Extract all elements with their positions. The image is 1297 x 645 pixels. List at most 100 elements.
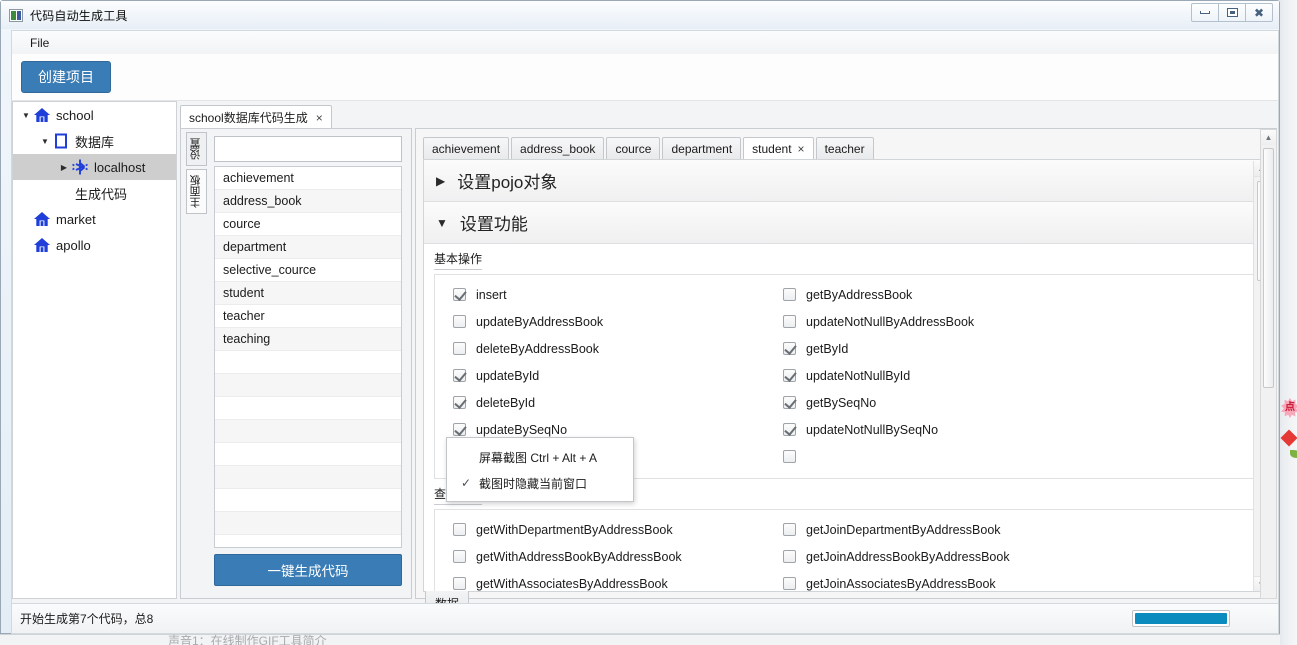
checkbox-unchecked[interactable] bbox=[453, 550, 466, 563]
chevron-right-icon[interactable]: ▶ bbox=[57, 163, 71, 172]
table-tab-teacher[interactable]: teacher bbox=[815, 137, 874, 160]
maximize-button[interactable] bbox=[1218, 3, 1246, 22]
checkbox-label: updateNotNullByAddressBook bbox=[806, 314, 975, 329]
tree-node-生成代码[interactable]: 生成代码 bbox=[13, 180, 176, 206]
house-icon bbox=[33, 210, 51, 228]
chevron-down-icon[interactable]: ▼ bbox=[19, 111, 33, 120]
checkbox-checked[interactable] bbox=[783, 342, 796, 355]
checkbox-row[interactable]: getBySeqNo bbox=[765, 389, 1257, 416]
table-list-item[interactable]: teaching bbox=[215, 328, 401, 351]
table-tab-cource[interactable]: cource bbox=[606, 137, 661, 160]
checkbox-row[interactable]: updateNotNullByAddressBook bbox=[765, 308, 1257, 335]
checkbox-unchecked[interactable] bbox=[783, 523, 796, 536]
function-groups: 基本操作 insert getByAddressBook updateByAddres… bbox=[424, 244, 1270, 591]
checkbox-unchecked[interactable] bbox=[783, 450, 796, 463]
checkbox-checked[interactable] bbox=[453, 288, 466, 301]
checkbox-unchecked[interactable] bbox=[783, 315, 796, 328]
checkbox-row[interactable]: getJoinDepartmentByAddressBook bbox=[765, 516, 1257, 543]
vertical-tab-settings[interactable]: 设置 bbox=[186, 132, 207, 166]
checkbox-row[interactable]: getWithAddressBookByAddressBook bbox=[435, 543, 765, 570]
table-tab-department[interactable]: department bbox=[662, 137, 742, 160]
table-tab-label: department bbox=[671, 141, 733, 156]
checkbox-checked[interactable] bbox=[783, 396, 796, 409]
checkbox-row[interactable]: getJoinAssociatesByAddressBook bbox=[765, 570, 1257, 591]
table-filter-field[interactable] bbox=[214, 136, 402, 162]
checkbox-unchecked[interactable] bbox=[783, 577, 796, 590]
table-list-item[interactable]: cource bbox=[215, 213, 401, 236]
workspace-scroll-up-icon[interactable]: ▲ bbox=[1261, 130, 1276, 145]
checkbox-row[interactable]: deleteById bbox=[435, 389, 765, 416]
table-list-item[interactable]: student bbox=[215, 282, 401, 305]
checkbox-label: updateNotNullBySeqNo bbox=[806, 422, 939, 437]
context-menu-item-hide-window[interactable]: ✓ 截图时隐藏当前窗口 bbox=[447, 470, 633, 496]
table-list-item[interactable]: selective_cource bbox=[215, 259, 401, 282]
workspace-scrollbar[interactable]: ▲ bbox=[1260, 129, 1277, 599]
checkbox-unchecked[interactable] bbox=[453, 523, 466, 536]
table-tab-address_book[interactable]: address_book bbox=[511, 137, 605, 160]
tree-node-school[interactable]: ▼ school bbox=[13, 102, 176, 128]
table-list-item[interactable]: address_book bbox=[215, 190, 401, 213]
accordion-header-functions[interactable]: ▼ 设置功能 bbox=[424, 202, 1270, 244]
vertical-tab-main-panel[interactable]: 主面板 bbox=[186, 169, 207, 214]
context-menu-item-hide-window-label: 截图时隐藏当前窗口 bbox=[479, 476, 588, 491]
table-tab-student[interactable]: student × bbox=[743, 137, 814, 160]
checkbox-unchecked[interactable] bbox=[453, 577, 466, 590]
table-list-item[interactable]: achievement bbox=[215, 167, 401, 190]
checkbox-checked[interactable] bbox=[453, 369, 466, 382]
checkbox-row[interactable]: updateById bbox=[435, 362, 765, 389]
house-icon bbox=[33, 236, 51, 254]
accordion-title-pojo: 设置pojo对象 bbox=[457, 173, 558, 192]
checkbox-row[interactable]: getById bbox=[765, 335, 1257, 362]
tree-icon-spacer bbox=[52, 184, 70, 202]
checkbox-row[interactable]: updateNotNullById bbox=[765, 362, 1257, 389]
checkbox-unchecked[interactable] bbox=[783, 550, 796, 563]
checkbox-row[interactable]: getByAddressBook bbox=[765, 281, 1257, 308]
checkbox-row[interactable] bbox=[765, 443, 1257, 470]
checkbox-row[interactable]: deleteByAddressBook bbox=[435, 335, 765, 362]
context-menu-item-screenshot[interactable]: 屏幕截图 Ctrl + Alt + A bbox=[447, 444, 633, 470]
checkbox-row[interactable]: updateNotNullBySeqNo bbox=[765, 416, 1257, 443]
chevron-down-icon[interactable]: ▼ bbox=[38, 137, 52, 146]
accordion-header-pojo[interactable]: ▶ 设置pojo对象 bbox=[424, 160, 1270, 202]
checkbox-label: updateNotNullById bbox=[806, 368, 911, 383]
table-filter-input[interactable] bbox=[215, 137, 401, 161]
function-group-label: 基本操作 bbox=[434, 250, 483, 270]
table-list[interactable]: achievement address_book cource department s… bbox=[214, 166, 402, 548]
checkbox-unchecked[interactable] bbox=[783, 288, 796, 301]
table-tab-achievement[interactable]: achievement bbox=[423, 137, 510, 160]
context-menu-item-screenshot-label: 屏幕截图 Ctrl + Alt + A bbox=[479, 450, 598, 465]
create-project-button[interactable]: 创建项目 bbox=[21, 61, 111, 93]
checkbox-unchecked[interactable] bbox=[453, 315, 466, 328]
table-list-item[interactable]: teacher bbox=[215, 305, 401, 328]
checkbox-row[interactable]: getWithDepartmentByAddressBook bbox=[435, 516, 765, 543]
document-tab-school[interactable]: school数据库代码生成 × bbox=[180, 105, 332, 129]
table-list-item[interactable]: department bbox=[215, 236, 401, 259]
app-window: 点 声音1：在线制作GIF工具简介 代码自动生成工具 ✖ File 创建项目 ▼… bbox=[0, 0, 1297, 645]
tree-node-apollo[interactable]: apollo bbox=[13, 232, 176, 258]
tree-node-数据库[interactable]: ▼ 数据库 bbox=[13, 128, 176, 154]
document-tab-close-icon[interactable]: × bbox=[316, 111, 323, 125]
checkbox-checked[interactable] bbox=[453, 423, 466, 436]
checkbox-checked[interactable] bbox=[783, 423, 796, 436]
checkbox-row[interactable]: updateByAddressBook bbox=[435, 308, 765, 335]
table-tab-close-icon[interactable]: × bbox=[798, 142, 805, 156]
menu-item-file[interactable]: File bbox=[21, 33, 58, 53]
checkbox-checked[interactable] bbox=[783, 369, 796, 382]
checkbox-row[interactable]: insert bbox=[435, 281, 765, 308]
checkbox-row[interactable]: getJoinAddressBookByAddressBook bbox=[765, 543, 1257, 570]
tree-node-market[interactable]: market bbox=[13, 206, 176, 232]
tree-node-localhost[interactable]: ▶ localhost bbox=[13, 154, 176, 180]
workspace: ▼ school ▼ 数据库 ▶ localhost 生成代码 market apollo sc… bbox=[11, 101, 1279, 617]
table-tab-label: teacher bbox=[824, 141, 865, 156]
checkbox-unchecked[interactable] bbox=[453, 342, 466, 355]
checkbox-row[interactable]: getWithAssociatesByAddressBook bbox=[435, 570, 765, 591]
checkbox-checked[interactable] bbox=[453, 396, 466, 409]
tree-node-label: 生成代码 bbox=[75, 186, 128, 202]
close-button[interactable]: ✖ bbox=[1245, 3, 1273, 22]
progress-bar bbox=[1132, 610, 1230, 627]
table-list-empty-row bbox=[215, 351, 401, 374]
minimize-button[interactable] bbox=[1191, 3, 1219, 22]
checkbox-label: deleteByAddressBook bbox=[476, 341, 599, 356]
generate-all-code-button[interactable]: 一键生成代码 bbox=[214, 554, 402, 586]
workspace-scrollbar-thumb[interactable] bbox=[1263, 148, 1274, 388]
